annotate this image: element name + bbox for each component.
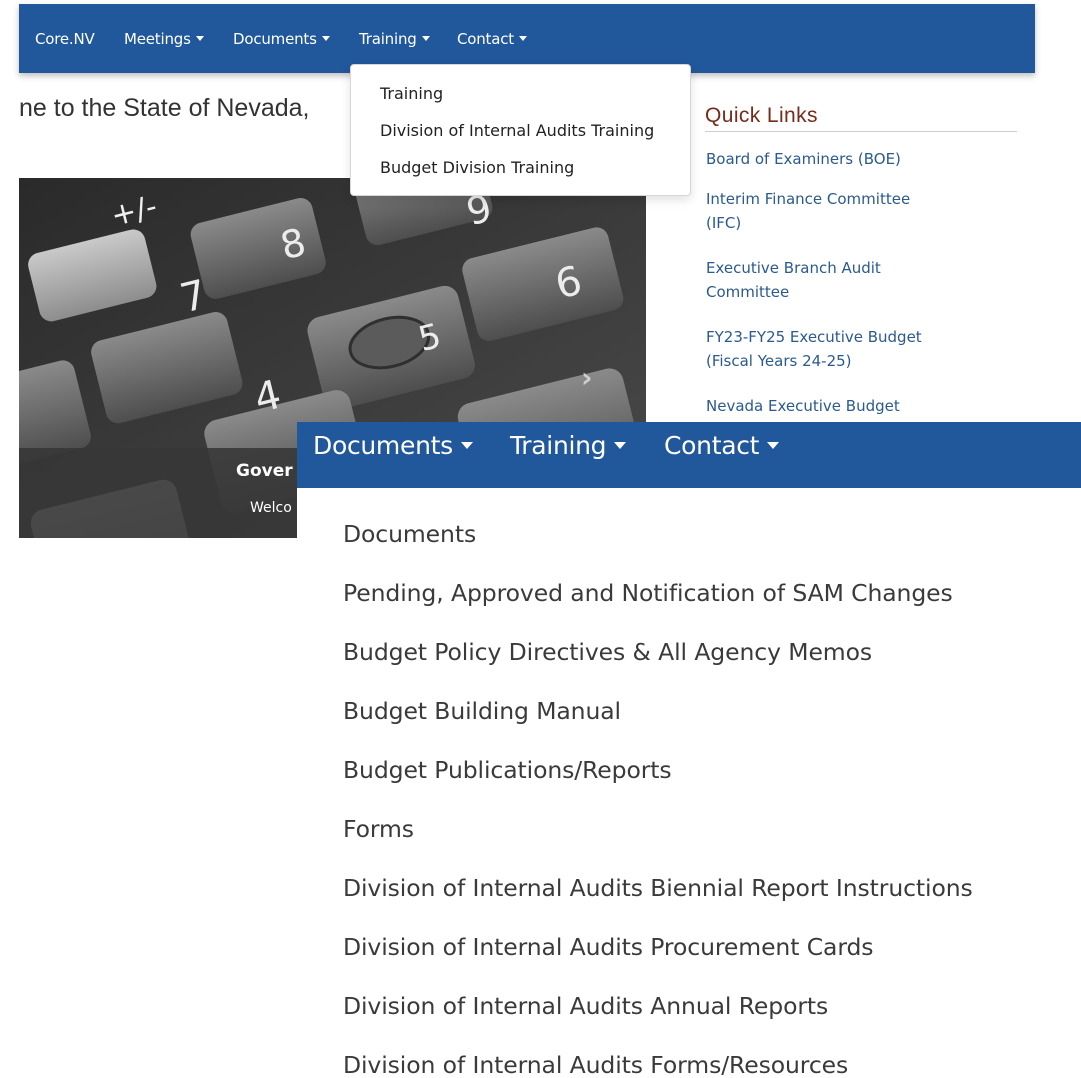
menu-item-budget-building-manual[interactable]: Budget Building Manual [343,697,621,725]
quick-link-ifc[interactable]: Interim Finance Committee (IFC) [706,187,910,235]
quick-link-line: (IFC) [706,214,742,232]
carousel-caption-subtitle: Welco [250,500,292,516]
nav-core-nv[interactable]: Core.NV [35,30,95,48]
zoom-nav-training-label: Training [510,431,607,460]
zoomed-documents-overlay: Documents Training Contact Documents Pen… [297,422,1081,1078]
training-dropdown-menu: Training Division of Internal Audits Tra… [350,64,691,196]
nav-documents-label: Documents [233,30,317,48]
zoom-nav-documents[interactable]: Documents [313,431,473,460]
nav-documents[interactable]: Documents [233,30,330,48]
quick-link-nevada-executive-budget[interactable]: Nevada Executive Budget [706,394,900,418]
nav-meetings-label: Meetings [124,30,191,48]
menu-item-budget-policy-directives[interactable]: Budget Policy Directives & All Agency Me… [343,638,872,666]
nav-meetings[interactable]: Meetings [124,30,204,48]
quick-link-line: FY23-FY25 Executive Budget [706,328,922,346]
top-navbar: Core.NV Meetings Documents Training Cont… [19,4,1035,73]
menu-item-documents[interactable]: Documents [343,520,476,548]
quick-link-line: (Fiscal Years 24-25) [706,352,852,370]
quick-links-title: Quick Links [705,104,818,127]
screenshot: Core.NV Meetings Documents Training Cont… [0,0,1081,1078]
welcome-heading: ne to the State of Nevada, [19,94,310,122]
chevron-down-icon [321,36,330,41]
chevron-down-icon [767,442,780,449]
nav-contact-label: Contact [457,30,514,48]
quick-link-boe[interactable]: Board of Examiners (BOE) [706,147,901,171]
menu-item-forms-resources[interactable]: Division of Internal Audits Forms/Resour… [343,1051,848,1078]
nav-contact[interactable]: Contact [457,30,527,48]
chevron-down-icon [460,442,473,449]
menu-item-budget-publications[interactable]: Budget Publications/Reports [343,756,672,784]
menu-item-sam-changes[interactable]: Pending, Approved and Notification of SA… [343,579,953,607]
nav-training-label: Training [359,30,417,48]
quick-link-line: Nevada Executive Budget [706,397,900,415]
menu-item-procurement-cards[interactable]: Division of Internal Audits Procurement … [343,933,874,961]
menu-item-training[interactable]: Training [380,84,443,103]
nav-core-nv-label: Core.NV [35,30,95,48]
chevron-down-icon [614,442,627,449]
zoom-nav-contact-label: Contact [664,431,760,460]
nav-training[interactable]: Training [359,30,430,48]
quick-link-line: Executive Branch Audit [706,259,881,277]
menu-item-biennial-report-instructions[interactable]: Division of Internal Audits Biennial Rep… [343,874,973,902]
chevron-down-icon [195,36,204,41]
carousel-caption-title: Gover [236,461,293,481]
menu-item-internal-audits-training[interactable]: Division of Internal Audits Training [380,121,654,140]
quick-link-executive-budget-fy23[interactable]: FY23-FY25 Executive Budget (Fiscal Years … [706,325,922,373]
zoom-navbar: Documents Training Contact [297,422,1081,488]
menu-item-annual-reports[interactable]: Division of Internal Audits Annual Repor… [343,992,828,1020]
zoom-nav-documents-label: Documents [313,431,453,460]
zoom-nav-contact[interactable]: Contact [664,431,780,460]
quick-links-divider [705,131,1017,132]
chevron-down-icon [518,36,527,41]
quick-link-line: Committee [706,283,790,301]
menu-item-budget-division-training[interactable]: Budget Division Training [380,158,574,177]
quick-link-line: Interim Finance Committee [706,190,911,208]
carousel-next-chevron-icon[interactable]: › [581,364,593,392]
quick-link-audit-committee[interactable]: Executive Branch Audit Committee [706,256,881,304]
chevron-down-icon [421,36,430,41]
menu-item-forms[interactable]: Forms [343,815,414,843]
zoom-nav-training[interactable]: Training [510,431,627,460]
quick-link-line: Board of Examiners (BOE) [706,150,901,168]
